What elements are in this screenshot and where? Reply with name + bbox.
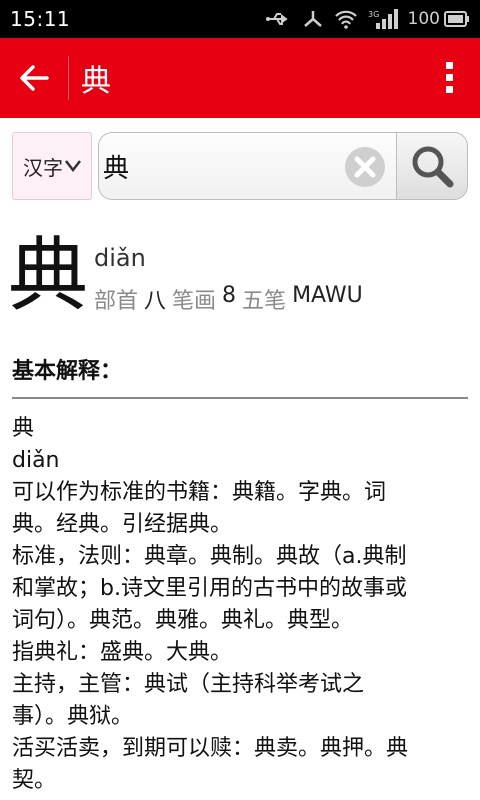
status-time: 15:11 [10, 7, 71, 31]
definition-text: 典 diǎn 可以作为标准的书籍：典籍。字典。词 典。经典。引经据典。 标准，法… [12, 413, 468, 797]
battery-icon [444, 11, 470, 27]
definition-line: 事）。典狱。 [12, 704, 134, 729]
wubi-value: MAWU [292, 283, 363, 308]
signal-3g-icon: 3G [368, 9, 398, 29]
radical-value: 八 [144, 289, 167, 314]
language-selector-label: 汉字 [23, 155, 63, 180]
wifi-icon [334, 9, 358, 29]
chevron-down-icon [65, 160, 81, 172]
clear-icon [345, 147, 385, 187]
svg-text:3G: 3G [368, 10, 379, 19]
back-button[interactable] [0, 38, 68, 118]
battery-indicator: 100 [408, 9, 470, 29]
section-title: 基本解释： [12, 359, 123, 384]
app-bar-divider [68, 56, 69, 100]
battery-level: 100 [407, 9, 440, 29]
overflow-menu-button[interactable] [420, 38, 480, 118]
definition-line: 标准，法则：典章。典制。典故（a.典制 [12, 544, 407, 569]
back-arrow-icon [20, 65, 49, 91]
headword-pinyin: diǎn [94, 244, 146, 272]
definition-line: 典 [12, 416, 35, 441]
definition-line: 可以作为标准的书籍：典籍。字典。词 [12, 480, 387, 505]
clear-search-button[interactable] [344, 146, 386, 188]
usb-icon [265, 11, 292, 27]
definition-line: 和掌故；b.诗文里引用的古书中的故事或 [12, 576, 407, 601]
definition-line: 指典礼：盛典。大典。 [12, 640, 233, 665]
definition-line: 典。经典。引经据典。 [12, 512, 233, 537]
headword-character: 典 [8, 229, 88, 322]
definition-line: 契。 [12, 768, 57, 793]
character-meta: 部首 八 笔画 8 五笔 MAWU [94, 283, 363, 315]
section-divider [12, 397, 468, 399]
definition-line: diǎn [12, 448, 60, 473]
page-title: 典 [81, 64, 111, 99]
search-row: 汉字 [12, 132, 468, 200]
share-icon [302, 9, 324, 29]
wubi-label: 五笔 [242, 289, 287, 314]
search-icon [412, 146, 454, 188]
app-bar: 典 [0, 38, 480, 118]
search-button[interactable] [396, 132, 468, 200]
strokes-label: 笔画 [172, 289, 217, 314]
search-input[interactable] [99, 151, 329, 181]
search-box [98, 132, 396, 200]
status-bar: 15:11 3G 100 [0, 0, 480, 38]
radical-label: 部首 [94, 289, 139, 314]
language-selector[interactable]: 汉字 [12, 132, 92, 200]
definition-line: 词句）。典范。典雅。典礼。典型。 [12, 608, 354, 633]
strokes-value: 8 [222, 283, 237, 308]
status-icons: 3G 100 [265, 9, 470, 29]
definition-line: 活买活卖，到期可以赎：典卖。典押。典 [12, 736, 409, 761]
more-vert-icon [446, 62, 453, 93]
definition-line: 主持，主管：典试（主持科举考试之 [12, 672, 365, 697]
